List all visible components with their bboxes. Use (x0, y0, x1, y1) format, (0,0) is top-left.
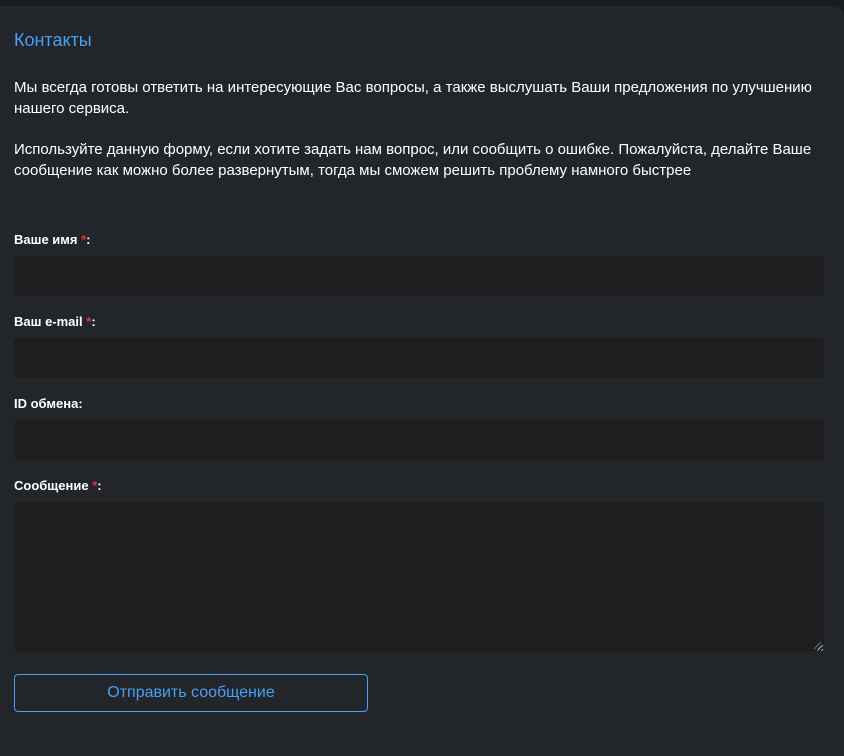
email-label-text: Ваш e-mail (14, 314, 87, 329)
intro-paragraph-2: Используйте данную форму, если хотите за… (14, 141, 812, 179)
label-colon: : (91, 314, 96, 329)
message-label-text: Сообщение (14, 478, 93, 493)
submit-button[interactable]: Отправить сообщение (14, 674, 368, 712)
resize-grip-icon[interactable] (812, 640, 822, 650)
name-input[interactable] (14, 256, 824, 296)
intro-paragraph-1: Мы всегда готовы ответить на интересующи… (14, 79, 812, 117)
message-textarea[interactable] (14, 502, 824, 652)
name-label-text: Ваше имя (14, 232, 82, 247)
name-label: Ваше имя *: (14, 232, 91, 247)
page-title: Контакты (14, 30, 92, 50)
label-colon: : (86, 232, 91, 247)
message-label: Сообщение *: (14, 478, 102, 493)
exchange-id-input[interactable] (14, 420, 824, 460)
email-input[interactable] (14, 338, 824, 378)
email-label: Ваш e-mail *: (14, 314, 96, 329)
contacts-panel: Контакты Мы всегда готовы ответить на ин… (0, 6, 844, 756)
exchange-id-label: ID обмена: (14, 396, 83, 411)
label-colon: : (97, 478, 102, 493)
